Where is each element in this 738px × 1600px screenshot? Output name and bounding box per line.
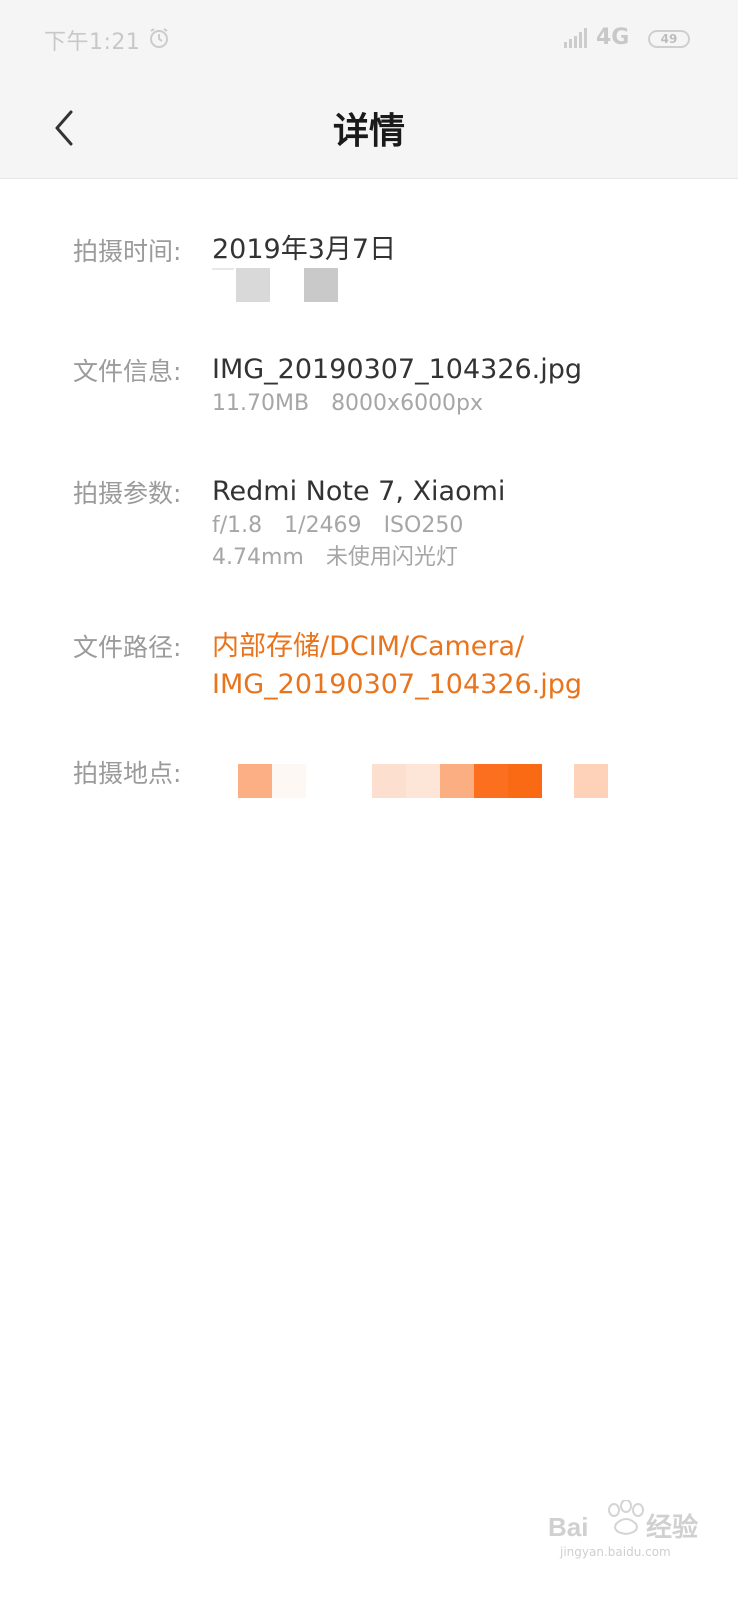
label-file-info: 文件信息: [73,357,182,386]
status-time: 下午1:21 [44,30,141,55]
exposure-params: f/1.8 1/2469 ISO250 [212,510,712,542]
file-resolution: 8000x6000px [331,391,484,416]
redacted-block [238,764,272,798]
file-path-link[interactable]: 内部存储/DCIM/Camera/ IMG_20190307_104326.jp… [212,628,712,704]
redacted-block [212,268,234,270]
row-shoot-time: 拍摄时间: 2019年3月7日 [0,232,738,312]
lens-params: 4.74mm 未使用闪光灯 [212,542,712,574]
device-name: Redmi Note 7, Xiaomi [212,476,506,507]
shoot-date: 2019年3月7日 [212,234,397,265]
row-file-info: 文件信息: IMG_20190307_104326.jpg 11.70MB 800… [0,352,738,432]
svg-text:经验: 经验 [646,1512,698,1542]
row-location: 拍摄地点: [0,754,738,814]
flash-status: 未使用闪光灯 [325,545,458,570]
location-link-redacted[interactable] [212,754,712,798]
focal-length: 4.74mm [212,545,304,570]
label-file-path: 文件路径: [73,633,182,662]
value-shoot-time: 2019年3月7日 [212,232,712,302]
row-shoot-params: 拍摄参数: Redmi Note 7, Xiaomi f/1.8 1/2469 IS… [0,474,738,584]
status-bar: 下午1:21 4G 49 [0,0,738,80]
value-file-info: IMG_20190307_104326.jpg 11.70MB 8000x6000… [212,352,712,420]
redacted-block [406,764,440,798]
label-shoot-params: 拍摄参数: [73,479,182,508]
alarm-icon [150,28,168,48]
aperture: f/1.8 [212,513,263,538]
battery-level: 49 [660,32,678,46]
redacted-block [474,764,508,798]
file-name: IMG_20190307_104326.jpg [212,354,583,385]
screen: 下午1:21 4G 49 详情 拍摄时间: 2019年3月7日 文件信息: IM… [0,0,738,1600]
shutter-speed: 1/2469 [284,513,362,538]
shoot-time-redacted [212,268,712,302]
redacted-block [574,764,608,798]
file-path-line1: 内部存储/DCIM/Camera/ [212,631,525,662]
redacted-block [304,268,338,302]
redacted-block [236,268,270,302]
baidu-watermark-logo: Bai 经验 [548,1500,698,1542]
label-location: 拍摄地点: [73,759,182,788]
redacted-block [272,764,306,798]
redacted-block [440,764,474,798]
svg-text:Bai: Bai [548,1512,588,1542]
redacted-block [508,764,542,798]
file-path-line2: IMG_20190307_104326.jpg [212,669,583,700]
network-type: 4G [596,25,630,50]
redacted-block [372,764,406,798]
file-size: 11.70MB [212,391,310,416]
label-shoot-time: 拍摄时间: [73,237,182,266]
signal-icon [564,28,587,48]
page-title: 详情 [332,111,405,152]
battery-icon: 49 [648,30,690,48]
header: 详情 [0,80,738,179]
row-file-path: 文件路径: 内部存储/DCIM/Camera/ IMG_20190307_104… [0,628,738,708]
value-shoot-params: Redmi Note 7, Xiaomi f/1.8 1/2469 ISO250 4… [212,474,712,574]
iso: ISO250 [383,513,464,538]
watermark-url: jingyan.baidu.com [560,1545,671,1559]
file-meta: 11.70MB 8000x6000px [212,388,712,420]
